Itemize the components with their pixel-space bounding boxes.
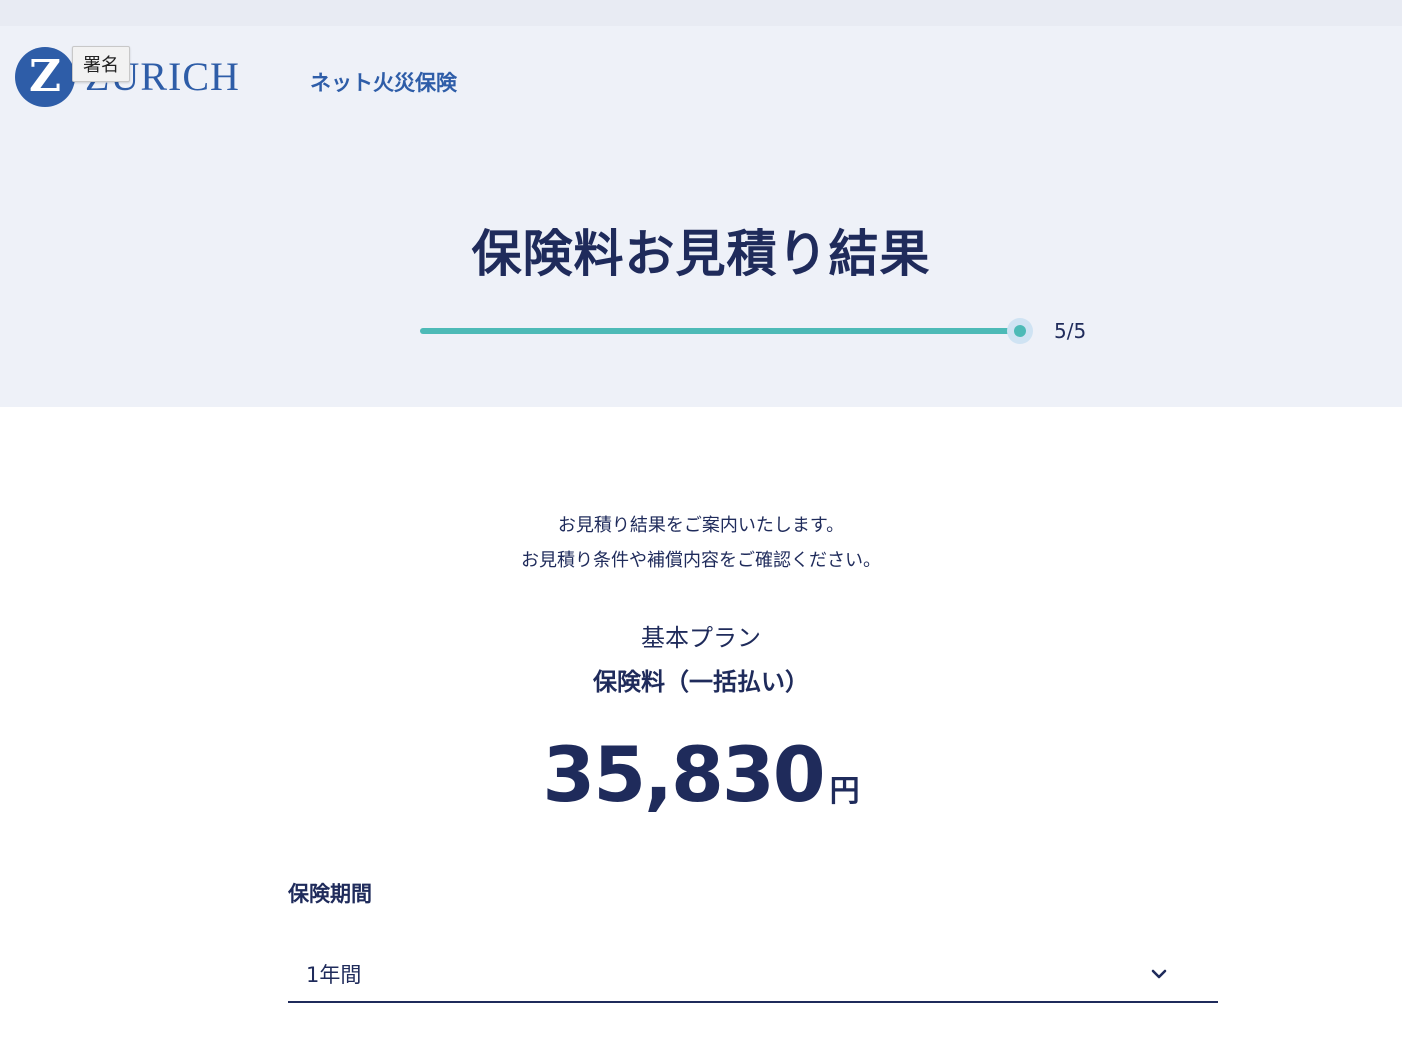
- intro-line-2: お見積り条件や補償内容をご確認ください。: [521, 550, 881, 571]
- progress-step-label: 5/5: [1054, 319, 1087, 343]
- intro-text: お見積り結果をご案内いたします。 お見積り条件や補償内容をご確認ください。: [0, 508, 1402, 578]
- step-progress-bar: [420, 316, 1033, 346]
- insurance-period-value: 1年間: [306, 963, 362, 987]
- hero-header: Z ZURICH 署名 ネット火災保険 保険料お見積り結果 5/5: [0, 0, 1402, 407]
- quote-result-page: Z ZURICH 署名 ネット火災保険 保険料お見積り結果 5/5 お見積り結果…: [0, 0, 1402, 1050]
- premium-amount: 35,830 円: [0, 730, 1402, 819]
- service-name: ネット火災保険: [310, 71, 457, 95]
- premium-value: 35,830: [542, 730, 825, 819]
- signature-tooltip: 署名: [72, 46, 130, 82]
- chevron-down-icon: [1151, 969, 1167, 979]
- insurance-period-select[interactable]: 1年間: [288, 945, 1218, 1003]
- progress-fill: [420, 328, 1020, 334]
- insurance-period-label: 保険期間: [288, 882, 372, 906]
- logo-letter: Z: [28, 51, 62, 102]
- top-strip: [0, 0, 1402, 26]
- progress-knob: [1014, 325, 1026, 337]
- premium-unit: 円: [829, 774, 860, 809]
- plan-name: 基本プラン: [641, 624, 761, 652]
- zurich-logo-mark: Z: [15, 47, 75, 107]
- intro-line-1: お見積り結果をご案内いたします。: [557, 515, 845, 536]
- premium-label: 保険料（一括払い）: [593, 668, 809, 696]
- page-title: 保険料お見積り結果: [471, 225, 931, 283]
